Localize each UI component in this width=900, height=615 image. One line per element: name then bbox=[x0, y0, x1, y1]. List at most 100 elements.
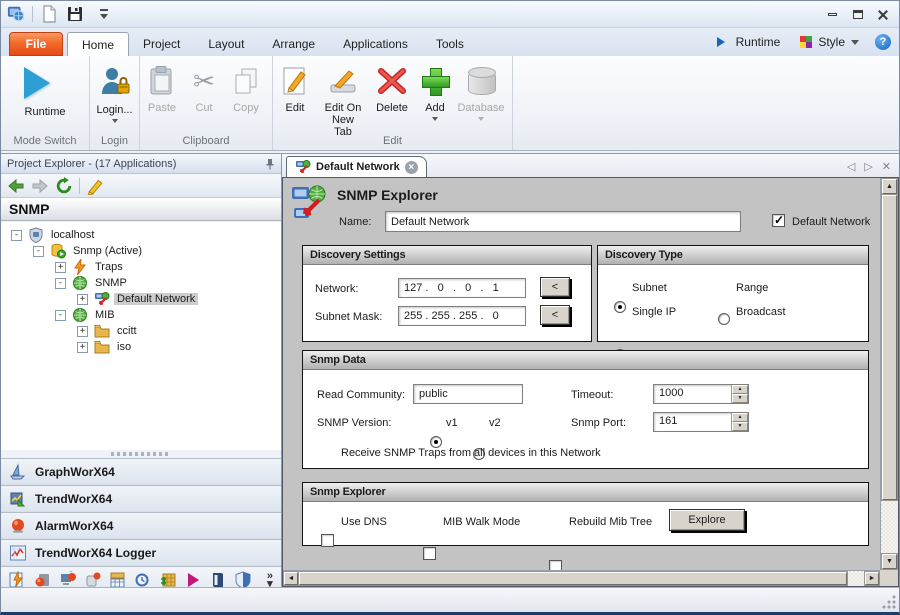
vertical-scroll-thumb[interactable] bbox=[882, 195, 897, 500]
back-icon[interactable] bbox=[7, 177, 25, 195]
tree-item-snmp[interactable]: - SNMP bbox=[55, 275, 130, 291]
single-ip-radio-label[interactable]: Single IP bbox=[632, 306, 676, 318]
timeout-spinner[interactable]: 1000 ▲▼ bbox=[653, 384, 749, 404]
pin-icon[interactable] bbox=[263, 158, 275, 170]
read-community-input[interactable]: public bbox=[413, 384, 523, 404]
tree-item-traps[interactable]: + Traps bbox=[55, 259, 126, 275]
scroll-down-icon[interactable]: ▼ bbox=[882, 554, 897, 569]
horizontal-scroll-thumb[interactable] bbox=[299, 572, 847, 585]
alarm-logger-icon[interactable] bbox=[9, 571, 27, 589]
tab-scroll-right-icon[interactable]: ▷ bbox=[864, 160, 872, 173]
default-network-checkbox[interactable] bbox=[772, 214, 785, 227]
snmp-port-spinner[interactable]: 161 ▲▼ bbox=[653, 412, 749, 432]
restore-button[interactable] bbox=[849, 7, 866, 22]
scroll-up-icon[interactable]: ▲ bbox=[882, 179, 897, 194]
receive-traps-checkbox-label[interactable]: Receive SNMP Traps from all devices in t… bbox=[341, 447, 601, 459]
sidebar-item-alarmworx64[interactable]: AlarmWorX64 bbox=[1, 512, 281, 539]
sidebar-item-graphworx64[interactable]: GraphWorX64 bbox=[1, 458, 281, 485]
bridgeworx-icon[interactable] bbox=[209, 571, 227, 589]
file-menu-button[interactable]: File bbox=[9, 32, 63, 56]
v1-radio-label[interactable]: v1 bbox=[446, 417, 458, 429]
use-dns-checkbox[interactable] bbox=[321, 534, 334, 547]
tab-arrange[interactable]: Arrange bbox=[258, 32, 329, 56]
tree-item-snmp-active[interactable]: - Snmp (Active) bbox=[33, 243, 145, 259]
network-pick-button[interactable]: < bbox=[540, 277, 570, 297]
v2-radio-label[interactable]: v2 bbox=[489, 417, 501, 429]
expand-icon[interactable]: + bbox=[55, 262, 66, 273]
tab-close-icon[interactable]: × bbox=[405, 161, 418, 174]
collapse-icon[interactable]: - bbox=[33, 246, 44, 257]
rename-pencil-icon[interactable] bbox=[86, 177, 104, 195]
scroll-right-icon[interactable]: ► bbox=[865, 572, 879, 585]
style-menu[interactable]: Style bbox=[818, 35, 845, 49]
runtime-toggle[interactable]: Runtime bbox=[736, 35, 781, 49]
rebuild-mib-tree-checkbox-label[interactable]: Rebuild Mib Tree bbox=[569, 516, 652, 528]
add-dropdown-icon[interactable] bbox=[432, 117, 438, 124]
new-document-icon[interactable] bbox=[40, 5, 58, 23]
tree-item-localhost[interactable]: - localhost bbox=[11, 227, 97, 243]
expand-icon[interactable]: + bbox=[77, 326, 88, 337]
panel-splitter[interactable] bbox=[1, 450, 281, 458]
login-dropdown-icon[interactable] bbox=[112, 119, 118, 126]
overflow-chevron-icon[interactable]: »▾ bbox=[267, 572, 273, 588]
expand-icon[interactable]: + bbox=[77, 294, 88, 305]
broadcast-radio-label[interactable]: Broadcast bbox=[736, 306, 786, 318]
range-radio[interactable] bbox=[718, 313, 730, 325]
minimize-button[interactable] bbox=[824, 7, 841, 22]
mib-walk-mode-checkbox-label[interactable]: MIB Walk Mode bbox=[443, 516, 520, 528]
mobile-hmi-icon[interactable] bbox=[84, 571, 102, 589]
tab-applications[interactable]: Applications bbox=[329, 32, 422, 56]
tree-item-ccitt[interactable]: + ccitt bbox=[77, 323, 140, 339]
sidebar-item-trendworx64-logger[interactable]: TrendWorX64 Logger bbox=[1, 539, 281, 566]
vertical-scrollbar[interactable]: ▲ ▼ bbox=[880, 178, 898, 570]
collapse-icon[interactable]: - bbox=[55, 278, 66, 289]
tab-group-close-icon[interactable]: ✕ bbox=[882, 160, 891, 173]
collapse-icon[interactable]: - bbox=[55, 310, 66, 321]
login-button[interactable]: Login... bbox=[90, 61, 139, 129]
subnet-radio-label[interactable]: Subnet bbox=[632, 282, 667, 294]
range-radio-label[interactable]: Range bbox=[736, 282, 768, 294]
subnet-radio[interactable] bbox=[614, 301, 626, 313]
tab-default-network[interactable]: Default Network × bbox=[286, 156, 427, 177]
collapse-icon[interactable]: - bbox=[11, 230, 22, 241]
spin-up-icon[interactable]: ▲ bbox=[732, 385, 748, 394]
rebuild-mib-tree-checkbox[interactable] bbox=[549, 560, 562, 570]
help-button[interactable]: ? bbox=[875, 34, 891, 50]
resize-grip[interactable] bbox=[882, 595, 896, 609]
reportworx-icon[interactable] bbox=[134, 571, 152, 589]
tree-item-default-network[interactable]: + Default Network bbox=[77, 291, 198, 307]
style-dropdown-icon[interactable] bbox=[851, 40, 859, 49]
mib-walk-mode-checkbox[interactable] bbox=[423, 547, 436, 560]
network-ip-input[interactable]: 127 . 0 . 0 . 1 bbox=[398, 278, 526, 298]
tab-tools[interactable]: Tools bbox=[422, 32, 478, 56]
use-dns-checkbox-label[interactable]: Use DNS bbox=[341, 516, 387, 528]
quick-access-dropdown-icon[interactable] bbox=[98, 8, 112, 20]
subnet-mask-input[interactable]: 255 . 255 . 255 . 0 bbox=[398, 306, 526, 326]
alarm-server-icon[interactable] bbox=[34, 571, 52, 589]
close-button[interactable] bbox=[874, 7, 891, 22]
spin-up-icon[interactable]: ▲ bbox=[732, 413, 748, 422]
runtime-mode-icon[interactable] bbox=[184, 571, 202, 589]
tab-home[interactable]: Home bbox=[67, 32, 129, 56]
save-icon[interactable] bbox=[66, 5, 84, 23]
explore-button[interactable]: Explore bbox=[669, 509, 745, 531]
tree-item-mib[interactable]: - MIB bbox=[55, 307, 118, 323]
tab-layout[interactable]: Layout bbox=[194, 32, 258, 56]
spin-down-icon[interactable]: ▼ bbox=[732, 422, 748, 431]
tab-scroll-left-icon[interactable]: ◁ bbox=[847, 160, 855, 173]
media-alarm-icon[interactable] bbox=[59, 571, 77, 589]
expand-icon[interactable]: + bbox=[77, 342, 88, 353]
horizontal-scrollbar[interactable]: ◄ ► bbox=[283, 570, 880, 586]
subnet-pick-button[interactable]: < bbox=[540, 305, 570, 325]
dataworx-icon[interactable] bbox=[109, 571, 127, 589]
tree-item-iso[interactable]: + iso bbox=[77, 339, 134, 355]
runtime-button[interactable]: Runtime bbox=[1, 61, 89, 121]
name-input[interactable]: Default Network bbox=[385, 211, 741, 232]
forward-icon[interactable] bbox=[31, 177, 49, 195]
spin-down-icon[interactable]: ▼ bbox=[732, 394, 748, 403]
tab-project[interactable]: Project bbox=[129, 32, 194, 56]
scroll-left-icon[interactable]: ◄ bbox=[284, 572, 298, 585]
security-shield-icon[interactable] bbox=[234, 571, 252, 589]
sidebar-item-trendworx64[interactable]: TrendWorX64 bbox=[1, 485, 281, 512]
recipes-icon[interactable] bbox=[159, 571, 177, 589]
